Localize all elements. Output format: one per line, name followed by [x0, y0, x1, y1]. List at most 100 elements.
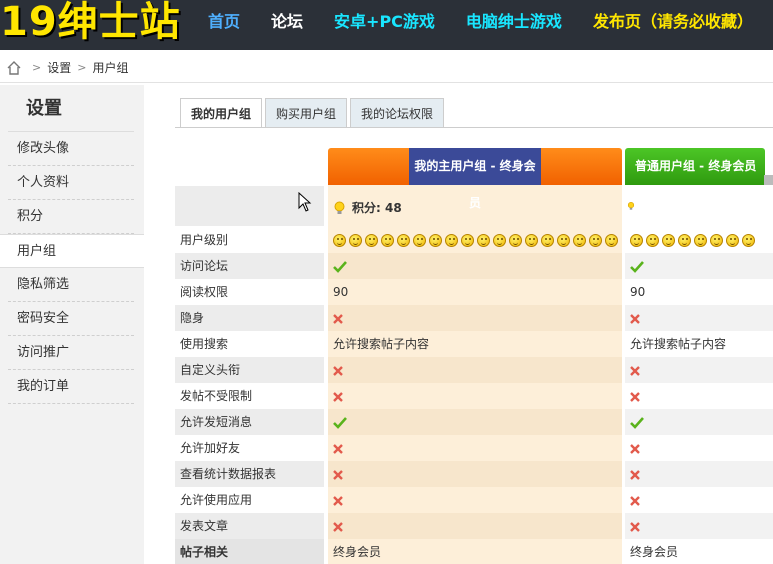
permission-row: 使用搜索 允许搜索帖子内容 允许搜索帖子内容 — [175, 331, 773, 357]
ordinary-group-cell: 终身会员 — [625, 539, 773, 564]
cross-icon — [630, 521, 640, 532]
breadcrumb-separator: > — [77, 61, 87, 74]
cross-icon — [333, 469, 343, 480]
main-group-header: 我的主用户组 - 终身会员 — [328, 148, 622, 210]
breadcrumb: > 设置 > 用户组 — [0, 53, 773, 83]
smiley-level-icon — [525, 233, 538, 247]
permission-row: 阅读权限 90 90 — [175, 279, 773, 305]
site-logo[interactable]: 19绅士站 — [0, 0, 181, 50]
smiley-level-icon — [710, 233, 723, 247]
ordinary-group-cell — [625, 227, 773, 253]
nav-item[interactable]: 论坛 — [271, 0, 303, 44]
sidebar-item[interactable]: 用户组 — [0, 234, 144, 268]
permission-row: 查看统计数据报表 — [175, 461, 773, 487]
main-group-cell: 终身会员 — [328, 539, 622, 564]
main-group-cell — [328, 409, 622, 435]
sidebar-item[interactable]: 个人资料 — [0, 166, 144, 200]
main-group-cell — [328, 487, 622, 513]
smiley-level-icon — [662, 233, 675, 247]
breadcrumb-item-settings[interactable]: 设置 — [47, 59, 71, 76]
smiley-level-icon — [349, 233, 362, 247]
permission-label: 发帖不受限制 — [180, 389, 253, 403]
permission-label: 允许使用应用 — [180, 493, 253, 507]
smiley-level-icon — [589, 233, 602, 247]
ordinary-group-cell — [625, 305, 773, 331]
smiley-level-icon — [365, 233, 378, 247]
smiley-level-icon — [381, 233, 394, 247]
permission-value: 90 — [630, 285, 646, 299]
smiley-level-icon — [541, 233, 554, 247]
tab-forum-permissions[interactable]: 我的论坛权限 — [350, 98, 445, 128]
nav-item[interactable]: 首页 — [208, 0, 240, 44]
main-group-score: 积分: 48 — [333, 199, 402, 216]
ordinary-group-header[interactable]: 普通用户组 - 终身会员 — [625, 148, 765, 185]
sidebar-item[interactable]: 隐私筛选 — [0, 268, 144, 302]
ordinary-group-cell — [625, 253, 773, 279]
permission-row: 发表文章 — [175, 513, 773, 539]
main-group-cell — [328, 305, 622, 331]
main-group-cell: 允许搜索帖子内容 — [328, 331, 622, 357]
permission-label: 允许发短消息 — [175, 409, 324, 435]
ordinary-group-cell — [625, 383, 773, 409]
cross-icon — [333, 495, 343, 506]
permission-row: 自定义头衔 — [175, 357, 773, 383]
cross-icon — [333, 521, 343, 532]
main-group-cell — [328, 383, 622, 409]
sidebar-item[interactable]: 密码安全 — [0, 302, 144, 336]
permission-row: 允许加好友 — [175, 435, 773, 461]
smiley-level-icon — [413, 233, 426, 247]
cross-icon — [333, 443, 343, 454]
nav-item[interactable]: 发布页（请务必收藏） — [593, 0, 753, 44]
permission-label: 隐身 — [175, 305, 324, 331]
sidebar-item[interactable]: 访问推广 — [0, 336, 144, 370]
tab-my-usergroup[interactable]: 我的用户组 — [180, 98, 263, 128]
ordinary-group-cell — [625, 409, 773, 435]
ordinary-group-cell — [625, 461, 773, 487]
nav-item[interactable]: 电脑绅士游戏 — [466, 0, 562, 44]
cross-icon — [630, 313, 640, 324]
permission-label: 查看统计数据报表 — [175, 461, 324, 487]
nav-item[interactable]: 安卓+PC游戏 — [334, 0, 435, 44]
permission-value: 允许搜索帖子内容 — [333, 337, 430, 351]
ordinary-group-cell: 90 — [625, 279, 773, 305]
smiley-level-icon — [742, 233, 755, 247]
cross-icon — [630, 391, 640, 402]
tab-buy-usergroup[interactable]: 购买用户组 — [265, 98, 348, 128]
permission-value: 90 — [333, 285, 349, 299]
permission-label: 使用搜索 — [180, 337, 229, 351]
check-icon — [630, 416, 644, 429]
lightbulb-icon — [334, 201, 345, 214]
ordinary-group-cell — [625, 513, 773, 539]
smiley-level-icon — [333, 233, 346, 247]
main-group-title: 我的主用户组 - 终身会员 — [409, 148, 541, 210]
main-group-cell — [328, 227, 622, 253]
permission-label: 帖子相关 — [175, 539, 324, 564]
permission-label: 访问论坛 — [175, 253, 324, 279]
permission-row: 发帖不受限制 — [175, 383, 773, 409]
smiley-level-icon — [509, 233, 522, 247]
tab-divider — [175, 127, 773, 128]
sidebar-item[interactable]: 我的订单 — [0, 370, 144, 404]
usergroup-tabs: 我的用户组 购买用户组 我的论坛权限 — [180, 98, 447, 128]
cross-icon — [630, 495, 640, 506]
sidebar-item[interactable]: 积分 — [0, 200, 144, 234]
smiley-level-icon — [573, 233, 586, 247]
home-icon[interactable] — [6, 60, 22, 76]
permission-row: 允许使用应用 — [175, 487, 773, 513]
permission-label: 发表文章 — [175, 513, 324, 539]
main-group-cell — [328, 435, 622, 461]
main-group-cell — [328, 461, 622, 487]
smiley-level-icon — [678, 233, 691, 247]
lightbulb-icon — [627, 202, 635, 210]
ordinary-group-header-edge — [764, 175, 773, 185]
smiley-level-icon — [646, 233, 659, 247]
cross-icon — [333, 313, 343, 324]
cross-icon — [630, 365, 640, 376]
main-group-cell — [328, 253, 622, 279]
permission-row: 用户级别 — [175, 227, 773, 253]
check-icon — [630, 260, 644, 273]
cross-icon — [630, 469, 640, 480]
permission-row: 访问论坛 — [175, 253, 773, 279]
ordinary-group-cell — [625, 357, 773, 383]
sidebar-item[interactable]: 修改头像 — [0, 132, 144, 166]
